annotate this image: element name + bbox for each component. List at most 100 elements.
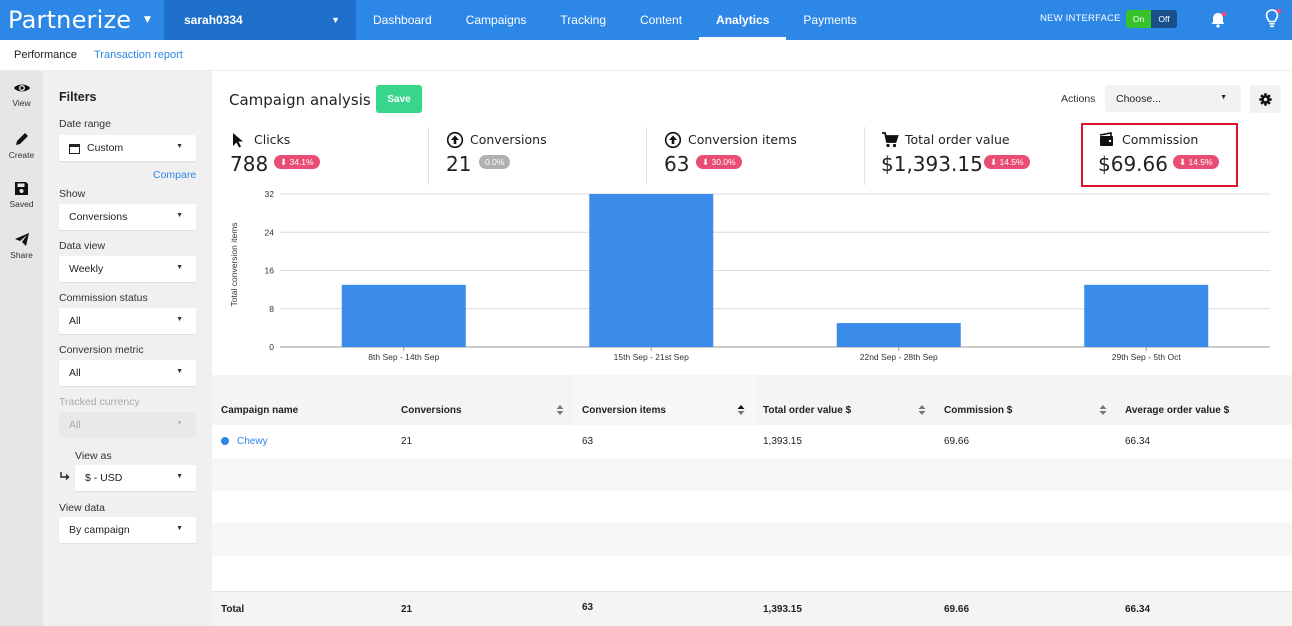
arrow-down-icon: ⬇: [280, 156, 290, 167]
chevron-down-icon: ▼: [176, 525, 183, 532]
nav-content[interactable]: Content: [623, 0, 699, 40]
view-data-select[interactable]: By campaign ▼: [59, 517, 196, 543]
y-tick-label: 32: [265, 189, 275, 199]
partnerize-logo[interactable]: Partnerize ▼: [0, 0, 164, 40]
metric-label: Conversions: [470, 132, 547, 147]
sorted-column-bg: [574, 375, 756, 425]
tab-transaction-report[interactable]: Transaction report: [94, 49, 183, 61]
x-tick-label: 8th Sep - 14th Sep: [368, 352, 439, 362]
metric-value: 63: [664, 152, 690, 176]
sort-icon[interactable]: [556, 404, 564, 416]
date-range-select[interactable]: Custom ▼: [59, 135, 196, 161]
column-total-order-value[interactable]: Total order value $: [763, 405, 851, 416]
y-tick-label: 8: [269, 304, 274, 314]
page-title: Campaign analysis: [229, 91, 371, 109]
save-button[interactable]: Save: [376, 85, 422, 113]
settings-button[interactable]: [1250, 85, 1281, 113]
rail-item-create[interactable]: Create: [0, 131, 43, 160]
floppy-disk-icon: [15, 182, 28, 195]
nav-tracking[interactable]: Tracking: [543, 0, 623, 40]
empty-row: [212, 556, 1292, 589]
table-header: Campaign name Conversions Conversion ite…: [212, 375, 1292, 425]
nav-dashboard[interactable]: Dashboard: [356, 0, 449, 40]
view-as-select[interactable]: $ - USD ▼: [75, 465, 196, 491]
metric-value: $1,393.15: [881, 152, 983, 176]
view-as-label: View as: [75, 450, 112, 462]
sort-icon[interactable]: [918, 404, 926, 416]
account-name: sarah0334: [184, 13, 243, 27]
badge-value: 34.1%: [289, 157, 314, 167]
metric-divider: [864, 127, 865, 185]
conversion-items-chart: 0 8 16 24 32 Total conversion items 8th Sep - …: [229, 189, 1270, 362]
account-selector[interactable]: sarah0334 ▼: [164, 0, 356, 40]
toggle-off[interactable]: Off: [1151, 10, 1177, 28]
column-average-order-value[interactable]: Average order value $: [1125, 405, 1229, 416]
x-tick-label: 22nd Sep - 28th Sep: [860, 352, 938, 362]
arrow-down-icon: ⬇: [990, 156, 1000, 167]
x-tick-label: 29th Sep - 5th Oct: [1112, 352, 1182, 362]
arrow-up-circle-icon: [446, 131, 464, 149]
compare-link[interactable]: Compare: [153, 169, 196, 181]
arrow-down-icon: ⬇: [702, 156, 712, 167]
y-tick-label: 24: [265, 227, 275, 237]
show-select[interactable]: Conversions ▼: [59, 204, 196, 230]
conversion-metric-select[interactable]: All ▼: [59, 360, 196, 386]
notification-bell-icon[interactable]: [1208, 10, 1228, 30]
actions-select[interactable]: Choose... ▼: [1105, 85, 1241, 112]
campaign-link[interactable]: Chewy: [237, 436, 268, 447]
empty-row: [212, 458, 1292, 491]
bar: [836, 323, 961, 347]
cell-conversions: 21: [401, 436, 413, 447]
column-campaign-name[interactable]: Campaign name: [221, 405, 298, 416]
nav-payments[interactable]: Payments: [786, 0, 873, 40]
total-average-order-value: 66.34: [1125, 604, 1151, 615]
rail-item-share[interactable]: Share: [0, 232, 43, 260]
nav-analytics[interactable]: Analytics: [699, 0, 787, 40]
cell-commission: 69.66: [944, 436, 970, 447]
metric-clicks[interactable]: Clicks 788 ⬇ 34.1%: [230, 127, 420, 189]
shopping-cart-icon: [882, 132, 899, 148]
left-rail: View Create Saved Share: [0, 71, 43, 626]
cursor-icon: [233, 133, 243, 148]
sort-icon[interactable]: [737, 404, 745, 416]
metric-conversion-items[interactable]: Conversion items 63 ⬇ 30.0%: [664, 127, 854, 189]
data-view-select[interactable]: Weekly ▼: [59, 256, 196, 282]
table-total-row: Total 21 63 1,393.15 69.66 66.34: [212, 591, 1292, 626]
commission-highlight-box: [1081, 123, 1238, 187]
filters-panel: Filters Date range Custom ▼ Compare Show…: [43, 71, 212, 626]
metric-conversions[interactable]: Conversions 21 0.0%: [446, 127, 636, 189]
view-data-label: View data: [59, 502, 105, 514]
metric-value: 788: [230, 152, 269, 176]
toggle-on[interactable]: On: [1126, 10, 1151, 28]
metric-label: Clicks: [254, 132, 291, 147]
metric-label: Conversion items: [688, 132, 797, 147]
new-interface-toggle[interactable]: On Off: [1126, 10, 1177, 28]
new-interface-label: NEW INTERFACE: [1040, 13, 1121, 24]
sort-icon[interactable]: [1099, 404, 1107, 416]
chevron-down-icon: ▼: [176, 316, 183, 323]
filters-title: Filters: [59, 90, 97, 104]
badge-value: 0.0%: [485, 157, 505, 167]
chevron-down-icon: ▼: [176, 264, 183, 271]
rail-item-saved[interactable]: Saved: [0, 181, 43, 209]
conversion-metric-label: Conversion metric: [59, 344, 144, 356]
main-nav: Dashboard Campaigns Tracking Content Ana…: [356, 0, 874, 40]
tab-performance[interactable]: Performance: [14, 49, 77, 61]
commission-status-value: All: [69, 315, 81, 327]
cell-total-order-value: 1,393.15: [763, 436, 802, 447]
metric-total-order-value[interactable]: Total order value $1,393.15 ⬇ 14.5%: [881, 127, 1071, 189]
change-badge: ⬇ 14.5%: [984, 155, 1030, 169]
data-view-value: Weekly: [69, 263, 104, 275]
rail-item-view[interactable]: View: [0, 81, 43, 108]
change-badge: 0.0%: [479, 155, 511, 169]
column-commission[interactable]: Commission $: [944, 405, 1012, 416]
nav-campaigns[interactable]: Campaigns: [449, 0, 544, 40]
table-row[interactable]: Chewy 21 63 1,393.15 69.66 66.34: [212, 425, 1292, 458]
column-conversion-items[interactable]: Conversion items: [582, 405, 666, 416]
arrow-up-circle-icon: [664, 131, 682, 149]
column-conversions[interactable]: Conversions: [401, 405, 462, 416]
lightbulb-icon[interactable]: [1262, 8, 1282, 30]
commission-status-select[interactable]: All ▼: [59, 308, 196, 334]
y-axis-label: Total conversion items: [229, 222, 239, 306]
chevron-down-icon[interactable]: ▼: [144, 15, 151, 25]
